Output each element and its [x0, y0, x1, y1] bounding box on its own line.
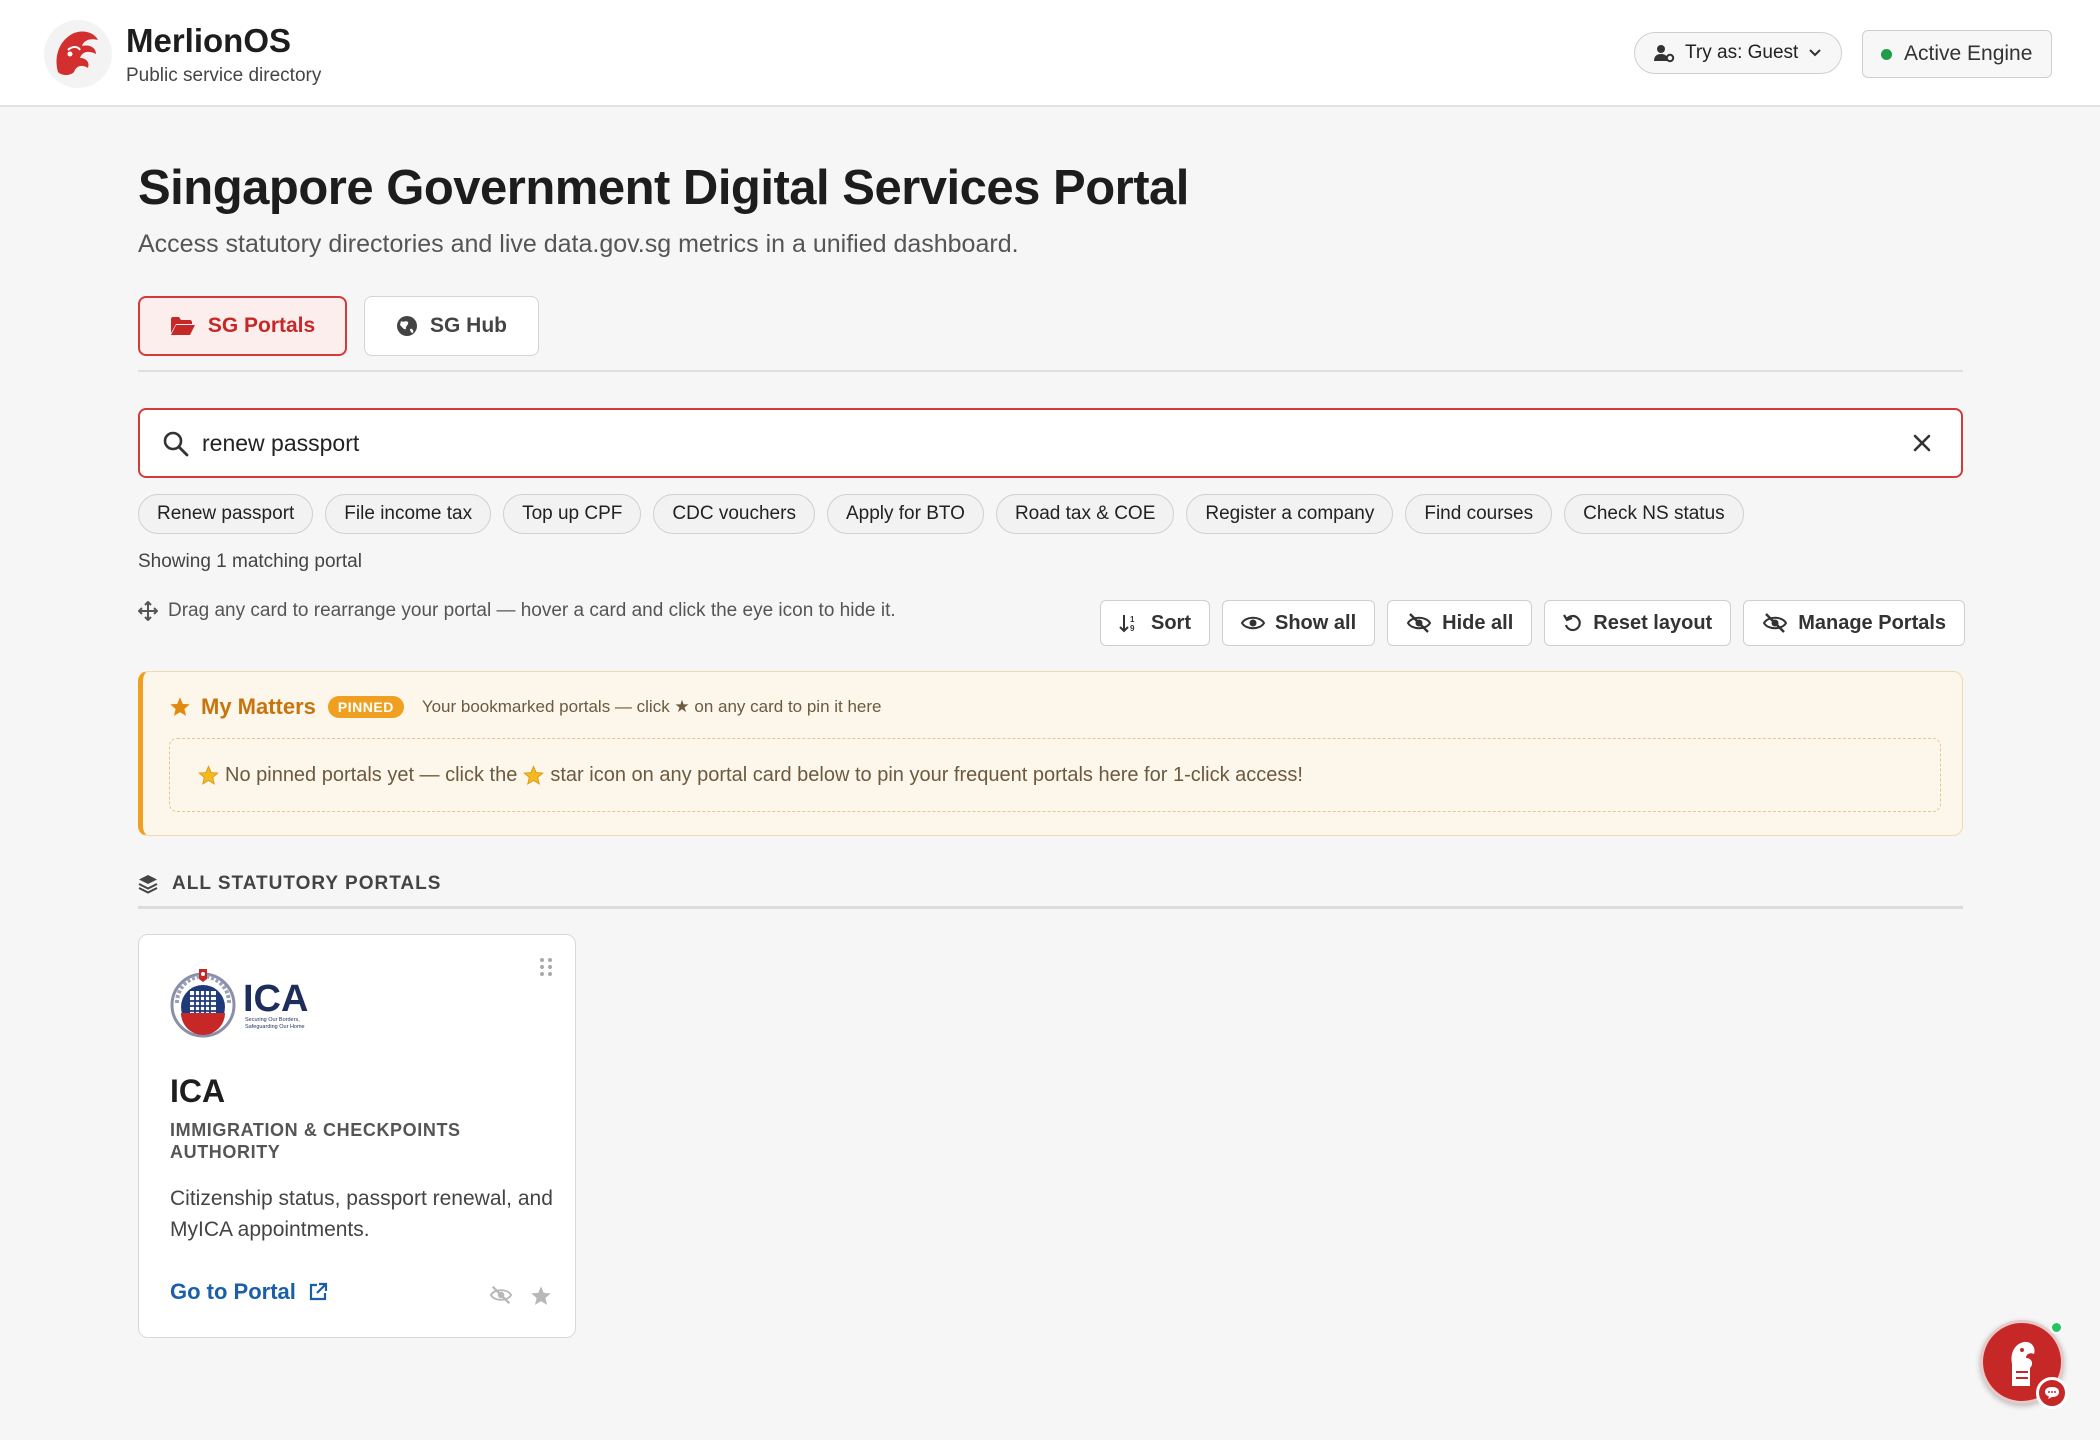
hide-all-label: Hide all	[1442, 611, 1514, 634]
engine-label: Active Engine	[1904, 42, 2033, 65]
folder-open-icon	[170, 317, 195, 335]
portal-toolbar: 1 9 Sort Show all Hide all Reset layout	[1100, 600, 1966, 646]
globe-icon	[397, 316, 417, 336]
svg-text:9: 9	[1130, 624, 1135, 633]
chat-bubble-icon[interactable]	[2036, 1377, 2068, 1409]
brand-name: MerlionOS	[126, 22, 292, 59]
try-as-dropdown[interactable]: Try as: Guest	[1634, 32, 1842, 74]
assistant-online-dot	[2050, 1321, 2063, 1334]
eye-slash-icon	[1406, 613, 1432, 633]
my-matters-note: Your bookmarked portals — click ★ on any…	[421, 697, 882, 716]
ica-logo: ICA Securing Our Borders, Safeguarding O…	[170, 969, 308, 1038]
my-matters-panel: My Matters PINNED Your bookmarked portal…	[138, 671, 1963, 836]
portal-card-ica[interactable]: ICA Securing Our Borders, Safeguarding O…	[138, 934, 576, 1338]
page-subtitle: Access statutory directories and live da…	[138, 230, 1019, 258]
merlion-logo-icon[interactable]	[44, 20, 112, 88]
tab-label: SG Hub	[430, 314, 507, 337]
card-description: Citizenship status, passport renewal, an…	[170, 1187, 553, 1241]
show-all-label: Show all	[1275, 611, 1357, 634]
sort-icon: 1 9	[1119, 615, 1135, 633]
sort-button[interactable]: 1 9 Sort	[1100, 600, 1210, 646]
star-icon	[523, 764, 545, 785]
tab-label: SG Portals	[207, 314, 316, 337]
pinned-badge: PINNED	[327, 696, 404, 718]
chip-renew-passport[interactable]: Renew passport	[138, 494, 314, 534]
quick-chips: Renew passport File income tax Top up CP…	[138, 494, 1744, 534]
active-engine-button[interactable]: Active Engine	[1862, 30, 2052, 78]
empty-text-before: No pinned portals yet — click the	[225, 763, 518, 786]
empty-text-after: star icon on any portal card below to pi…	[550, 763, 1303, 786]
tab-sg-portals[interactable]: SG Portals	[138, 296, 347, 356]
hide-card-eye-slash-icon[interactable]	[489, 1285, 513, 1305]
external-link-icon	[309, 1282, 327, 1301]
manage-portals-button[interactable]: Manage Portals	[1743, 600, 1966, 646]
sort-label: Sort	[1151, 611, 1191, 634]
eye-slash-icon	[1763, 613, 1788, 633]
chip-apply-bto[interactable]: Apply for BTO	[826, 494, 984, 534]
brand-subtitle: Public service directory	[126, 65, 322, 86]
my-matters-header: My Matters PINNED Your bookmarked portal…	[169, 694, 882, 720]
star-icon	[170, 697, 190, 716]
ica-logo-tagline-2: Safeguarding Our Home	[245, 1024, 305, 1030]
my-matters-title: My Matters	[201, 694, 316, 719]
card-abbreviation: ICA	[170, 1073, 226, 1109]
chip-check-ns-status[interactable]: Check NS status	[1564, 494, 1744, 534]
search-input[interactable]	[202, 424, 1842, 462]
show-all-button[interactable]: Show all	[1222, 600, 1376, 646]
chip-top-up-cpf[interactable]: Top up CPF	[503, 494, 642, 534]
tabs-divider	[138, 370, 1963, 372]
chip-find-courses[interactable]: Find courses	[1405, 494, 1553, 534]
reset-icon	[1563, 614, 1582, 632]
page-title: Singapore Government Digital Services Po…	[138, 161, 1189, 215]
clear-icon[interactable]	[1911, 432, 1933, 454]
tab-sg-hub[interactable]: SG Hub	[364, 296, 539, 356]
drag-handle-icon[interactable]	[539, 957, 553, 977]
card-full-name: IMMIGRATION & CHECKPOINTS AUTHORITY	[170, 1120, 461, 1162]
layers-icon	[138, 875, 158, 894]
section-header: ALL STATUTORY PORTALS	[138, 873, 441, 895]
svg-text:1: 1	[1130, 615, 1135, 624]
chat-icon	[2045, 1387, 2059, 1399]
go-to-portal-label: Go to Portal	[170, 1279, 296, 1304]
reset-layout-button[interactable]: Reset layout	[1544, 600, 1732, 646]
match-count: Showing 1 matching portal	[138, 551, 362, 572]
section-divider	[138, 906, 1963, 909]
drag-hint: Drag any card to rearrange your portal —…	[138, 600, 896, 622]
drag-hint-text: Drag any card to rearrange your portal —…	[168, 600, 896, 621]
try-as-label: Try as: Guest	[1685, 42, 1799, 63]
section-title: ALL STATUTORY PORTALS	[172, 873, 442, 894]
pin-star-icon[interactable]	[530, 1285, 552, 1307]
go-to-portal-link[interactable]: Go to Portal	[170, 1279, 328, 1305]
chip-cdc-vouchers[interactable]: CDC vouchers	[653, 494, 815, 534]
app-header: MerlionOS Public service directory Try a…	[0, 0, 2100, 107]
user-gear-icon	[1654, 45, 1675, 63]
manage-portals-label: Manage Portals	[1798, 611, 1947, 634]
eye-icon	[1241, 616, 1265, 630]
search-box	[138, 408, 1963, 478]
reset-layout-label: Reset layout	[1593, 611, 1713, 634]
ica-logo-tagline-1: Securing Our Borders,	[245, 1017, 300, 1023]
chip-file-income-tax[interactable]: File income tax	[325, 494, 492, 534]
engine-status-dot	[1881, 48, 1892, 60]
ica-logo-wordmark: ICA	[243, 978, 308, 1020]
hide-all-button[interactable]: Hide all	[1387, 600, 1533, 646]
chevron-down-icon	[1809, 49, 1822, 57]
move-arrows-icon	[138, 601, 158, 621]
chip-road-tax-coe[interactable]: Road tax & COE	[995, 494, 1175, 534]
search-icon	[163, 431, 189, 457]
star-icon	[198, 764, 219, 785]
pinned-empty-state: No pinned portals yet — click the star i…	[169, 738, 1941, 812]
chip-register-company[interactable]: Register a company	[1186, 494, 1394, 534]
